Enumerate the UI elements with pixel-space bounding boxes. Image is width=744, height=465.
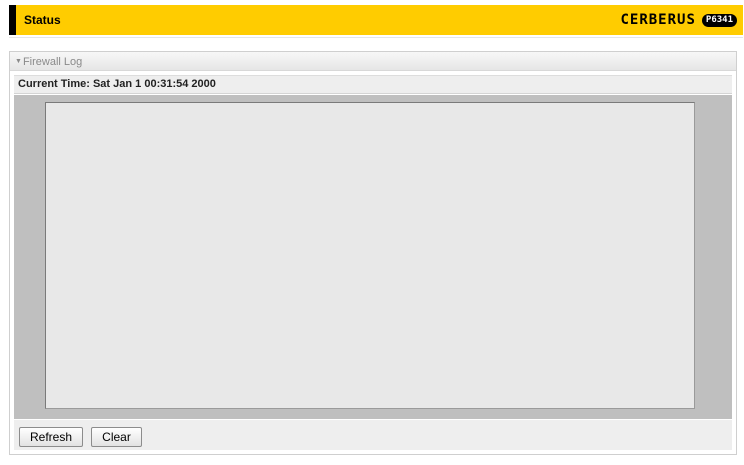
brand-model-badge: P6341	[701, 13, 737, 27]
firewall-log-textarea[interactable]	[45, 102, 695, 409]
log-area-frame	[14, 95, 732, 419]
current-time-label: Current Time: Sat Jan 1 00:31:54 2000	[18, 78, 216, 90]
clear-button[interactable]: Clear	[91, 427, 142, 447]
page: Status CERBERUS P6341 ▼Firewall Log Curr…	[0, 0, 744, 465]
header-accent-bar	[9, 5, 16, 35]
firewall-log-panel: ▼Firewall Log Current Time: Sat Jan 1 00…	[9, 51, 737, 455]
status-header-bar: Status CERBERUS P6341	[9, 5, 743, 35]
panel-title-bar[interactable]: ▼Firewall Log	[10, 52, 736, 71]
panel-title[interactable]: ▼Firewall Log	[15, 55, 82, 69]
panel-title-label: Firewall Log	[22, 56, 83, 68]
refresh-button[interactable]: Refresh	[19, 427, 83, 447]
current-time-row: Current Time: Sat Jan 1 00:31:54 2000	[14, 75, 732, 94]
brand-logo: CERBERUS P6341	[620, 12, 737, 28]
triangle-down-icon[interactable]: ▼	[15, 55, 22, 68]
header-divider	[9, 37, 743, 38]
page-title: Status	[24, 13, 61, 27]
brand-name: CERBERUS	[620, 12, 696, 28]
button-row: Refresh Clear	[14, 420, 732, 450]
